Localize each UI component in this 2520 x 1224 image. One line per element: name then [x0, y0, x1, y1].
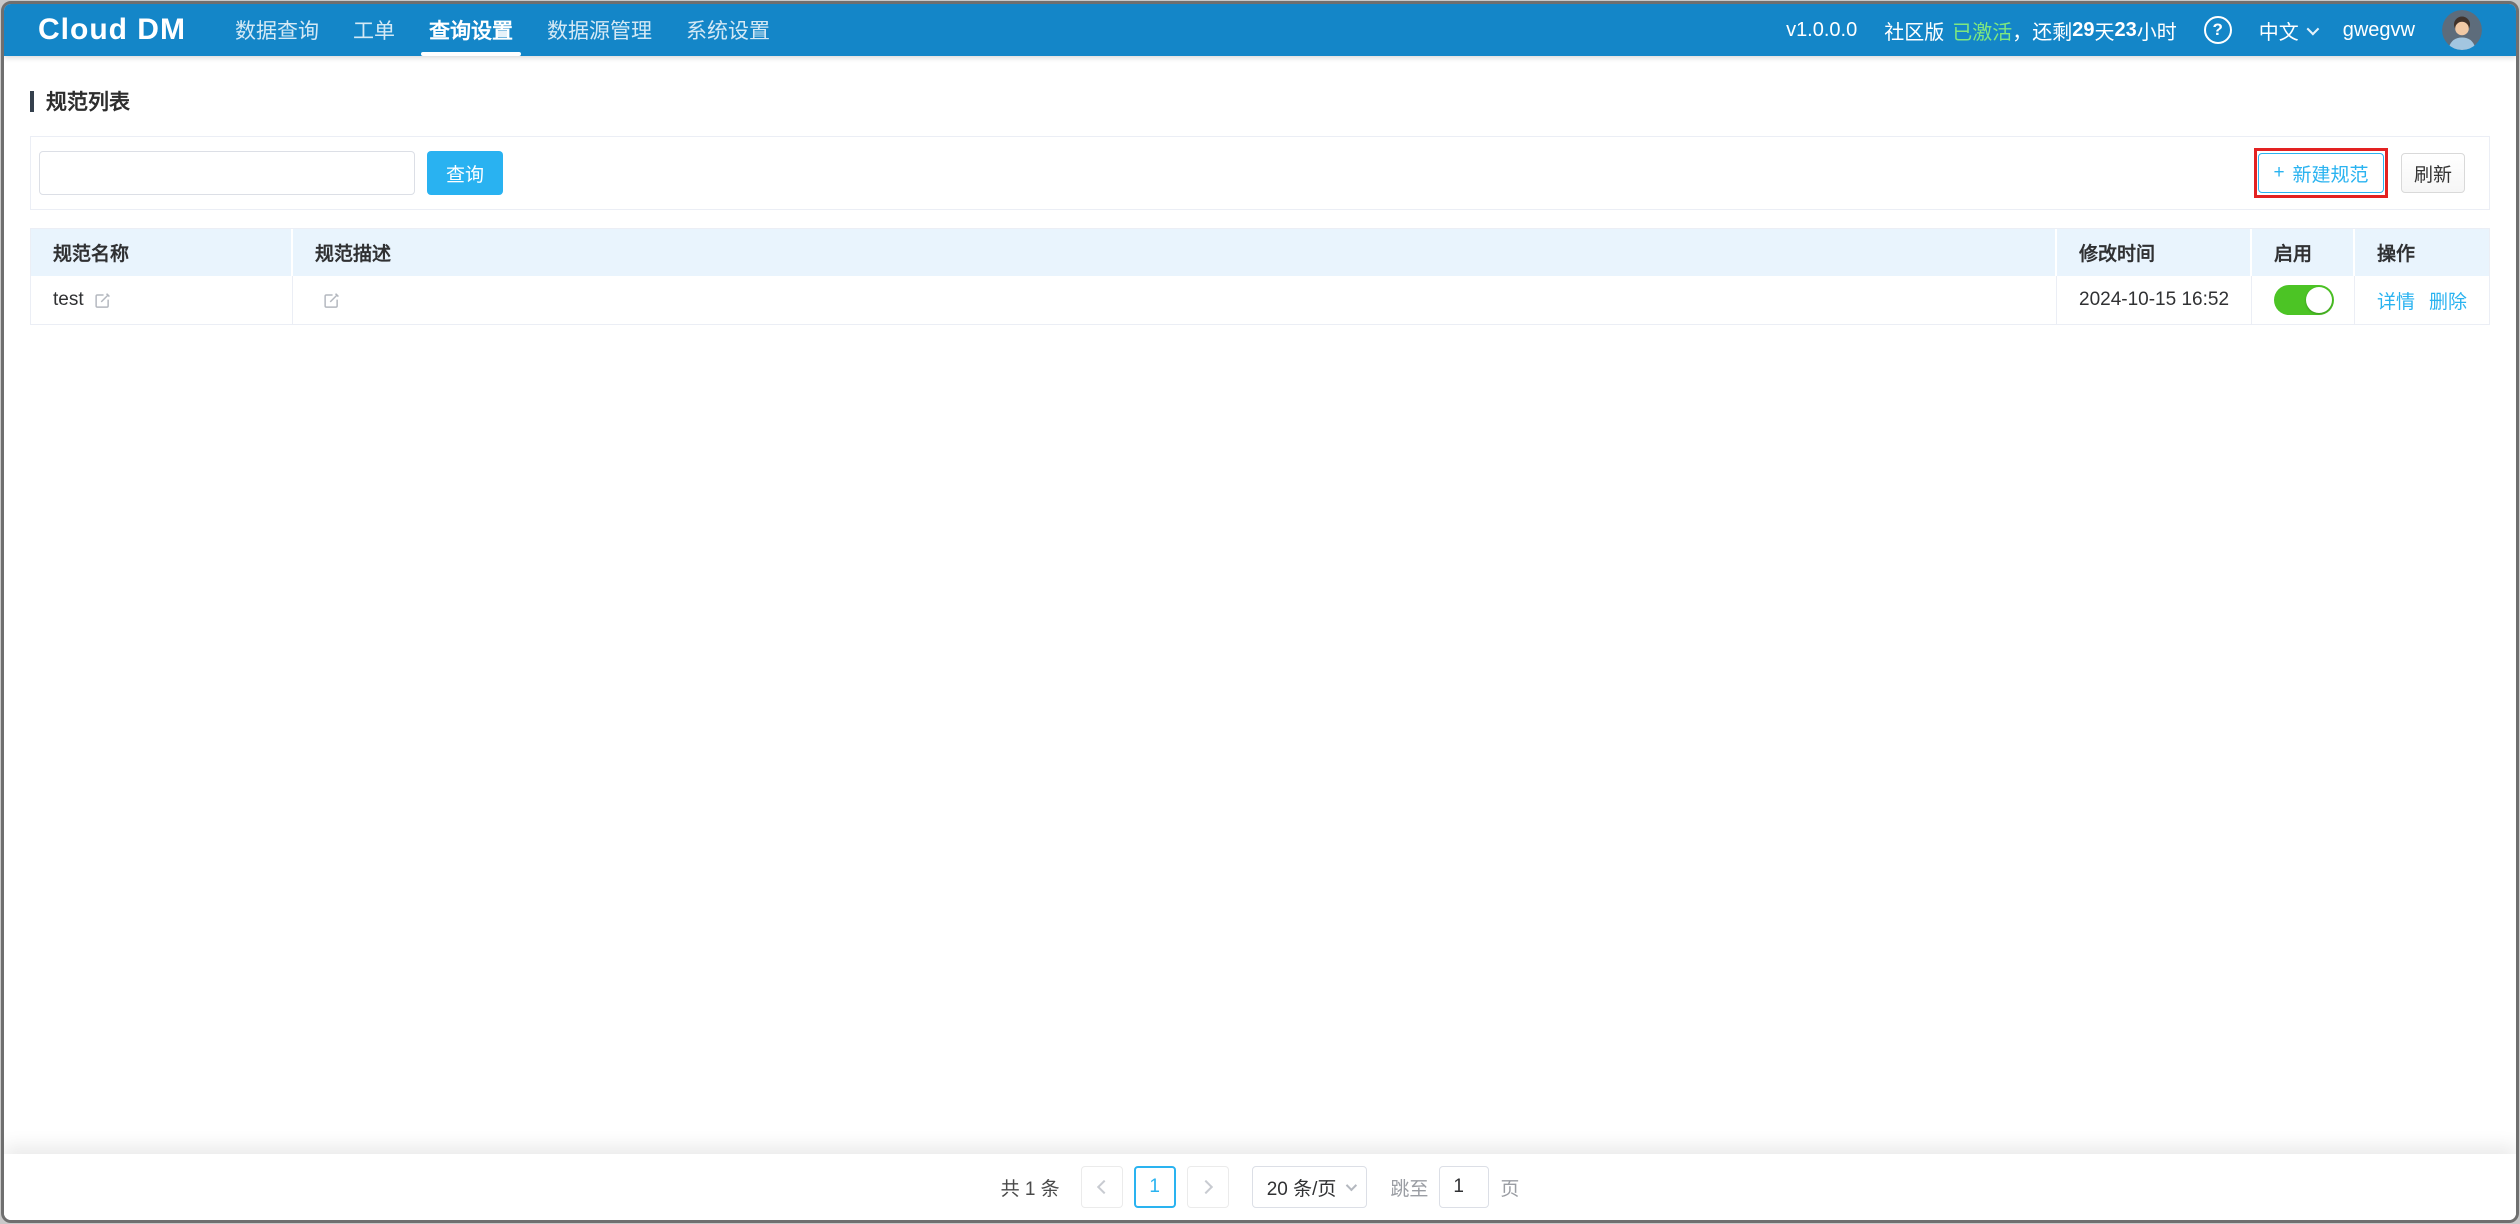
- chevron-down-icon: [1346, 1180, 1357, 1191]
- chevron-down-icon: [2306, 22, 2319, 35]
- chevron-left-icon: [1097, 1180, 1111, 1194]
- license-status: 社区版 已激活 ， 还剩 29 天 23 小时: [1884, 16, 2177, 45]
- next-page-button[interactable]: [1187, 1166, 1229, 1208]
- spec-name-text: test: [53, 289, 84, 311]
- page-size-value: 20 条/页: [1267, 1174, 1337, 1201]
- edit-description-icon[interactable]: [323, 292, 340, 309]
- nav-item-query-settings[interactable]: 查询设置: [412, 4, 530, 56]
- remaining-hours: 23: [2114, 19, 2136, 42]
- page-number-1[interactable]: 1: [1134, 1166, 1176, 1208]
- header-spec-name: 规范名称: [31, 229, 293, 276]
- query-button[interactable]: 查询: [427, 151, 503, 195]
- page-title: 规范列表: [46, 86, 130, 116]
- header-enabled: 启用: [2252, 229, 2355, 276]
- avatar[interactable]: [2442, 10, 2482, 50]
- remaining-prefix: 还剩: [2032, 16, 2072, 45]
- pagination-bar: 共 1 条 1 20 条/页 跳至 页: [4, 1154, 2516, 1220]
- jump-page-input[interactable]: [1439, 1166, 1489, 1208]
- search-toolbar: 查询 + 新建规范 刷新: [30, 136, 2490, 210]
- header-actions: 操作: [2355, 229, 2489, 276]
- topbar-right-cluster: v1.0.0.0 社区版 已激活 ， 还剩 29 天 23 小时 ? 中文 gw…: [1786, 10, 2482, 50]
- enabled-toggle[interactable]: [2274, 285, 2334, 315]
- nav-item-work-order[interactable]: 工单: [336, 4, 412, 56]
- nav-item-system-settings[interactable]: 系统设置: [669, 4, 787, 56]
- plus-icon: +: [2273, 162, 2284, 184]
- page-size-select[interactable]: 20 条/页: [1252, 1166, 1368, 1208]
- main-nav: 数据查询 工单 查询设置 数据源管理 系统设置: [218, 4, 787, 56]
- top-navbar: Cloud DM 数据查询 工单 查询设置 数据源管理 系统设置 v1.0.0.…: [4, 4, 2516, 56]
- table-header-row: 规范名称 规范描述 修改时间 启用 操作: [31, 229, 2489, 276]
- refresh-button[interactable]: 刷新: [2401, 153, 2465, 193]
- language-selector[interactable]: 中文: [2259, 16, 2316, 45]
- detail-link[interactable]: 详情: [2377, 287, 2415, 314]
- total-count-label: 共 1 条: [1001, 1174, 1060, 1201]
- edition-label: 社区版: [1884, 16, 1944, 45]
- nav-item-data-query[interactable]: 数据查询: [218, 4, 336, 56]
- header-modified-time: 修改时间: [2057, 229, 2252, 276]
- remaining-days: 29: [2072, 19, 2094, 42]
- app-logo: Cloud DM: [38, 13, 186, 47]
- title-accent-bar: [30, 91, 34, 112]
- avatar-image: [2442, 10, 2482, 50]
- language-label: 中文: [2259, 16, 2299, 45]
- new-spec-button-label: 新建规范: [2293, 160, 2369, 187]
- table-row: test 2: [31, 276, 2489, 325]
- prev-page-button[interactable]: [1081, 1166, 1123, 1208]
- jump-to-label: 跳至: [1390, 1174, 1428, 1201]
- version-label: v1.0.0.0: [1786, 19, 1857, 42]
- days-unit: 天: [2094, 16, 2114, 45]
- edit-name-icon[interactable]: [94, 292, 111, 309]
- new-spec-button-wrapper: + 新建规范: [2258, 153, 2384, 193]
- app-window: Cloud DM 数据查询 工单 查询设置 数据源管理 系统设置 v1.0.0.…: [1, 1, 2519, 1223]
- search-input[interactable]: [39, 151, 415, 195]
- cell-modified-time: 2024-10-15 16:52: [2057, 276, 2252, 325]
- cell-enabled: [2252, 276, 2355, 325]
- username-label[interactable]: gwegvw: [2343, 19, 2415, 42]
- hours-unit: 小时: [2137, 16, 2177, 45]
- help-icon[interactable]: ?: [2204, 16, 2232, 44]
- new-spec-button[interactable]: + 新建规范: [2258, 153, 2384, 193]
- nav-item-datasource-mgmt[interactable]: 数据源管理: [530, 4, 669, 56]
- license-comma: ，: [2012, 16, 2032, 45]
- header-spec-description: 规范描述: [293, 229, 2057, 276]
- cell-spec-name: test: [31, 276, 293, 325]
- page-title-row: 规范列表: [30, 86, 2490, 116]
- page-suffix-label: 页: [1500, 1174, 1519, 1201]
- activation-status: 已激活: [1952, 16, 2012, 45]
- toggle-knob: [2306, 287, 2332, 313]
- delete-link[interactable]: 删除: [2429, 287, 2467, 314]
- cell-spec-description: [293, 276, 2057, 325]
- chevron-right-icon: [1199, 1180, 1213, 1194]
- cell-actions: 详情 删除: [2355, 276, 2489, 325]
- spec-table: 规范名称 规范描述 修改时间 启用 操作 test: [30, 228, 2490, 325]
